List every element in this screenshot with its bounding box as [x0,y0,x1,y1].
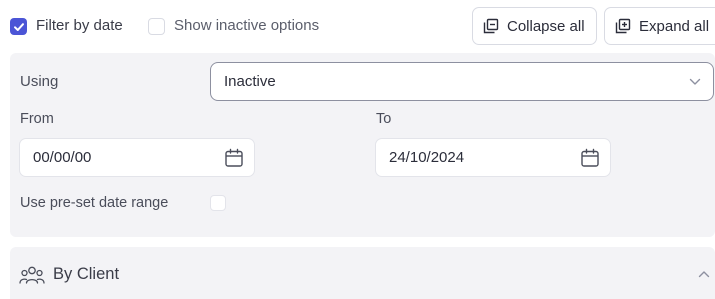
collapse-all-label: Collapse all [507,17,585,35]
to-date-input[interactable]: 24/10/2024 [375,138,611,177]
show-inactive-checkbox[interactable] [148,18,165,35]
filter-by-date-checkbox[interactable] [10,18,27,35]
from-date-input[interactable]: 00/00/00 [19,138,255,177]
users-icon [19,266,45,284]
filter-by-date-label[interactable]: Filter by date [36,17,123,34]
using-value: Inactive [224,73,276,90]
preset-date-range-label[interactable]: Use pre-set date range [20,195,168,211]
collapse-all-button[interactable]: Collapse all [472,7,597,45]
calendar-icon[interactable] [580,148,600,168]
expand-all-label: Expand all [639,17,710,35]
preset-date-range-checkbox[interactable] [210,195,226,211]
to-date-value: 24/10/2024 [389,149,465,166]
chevron-up-icon[interactable] [698,270,710,278]
expand-icon [615,18,631,34]
by-client-title: By Client [53,265,120,283]
to-label: To [376,111,392,127]
collapse-icon [483,18,499,34]
calendar-icon[interactable] [224,148,244,168]
expand-all-button[interactable]: Expand all [604,7,715,45]
checkmark-icon [13,22,24,31]
from-label: From [20,111,54,127]
using-label: Using [20,73,59,90]
show-inactive-label[interactable]: Show inactive options [174,17,319,34]
chevron-down-icon [689,78,701,85]
using-select[interactable]: Inactive [210,62,714,101]
from-date-value: 00/00/00 [33,149,92,166]
